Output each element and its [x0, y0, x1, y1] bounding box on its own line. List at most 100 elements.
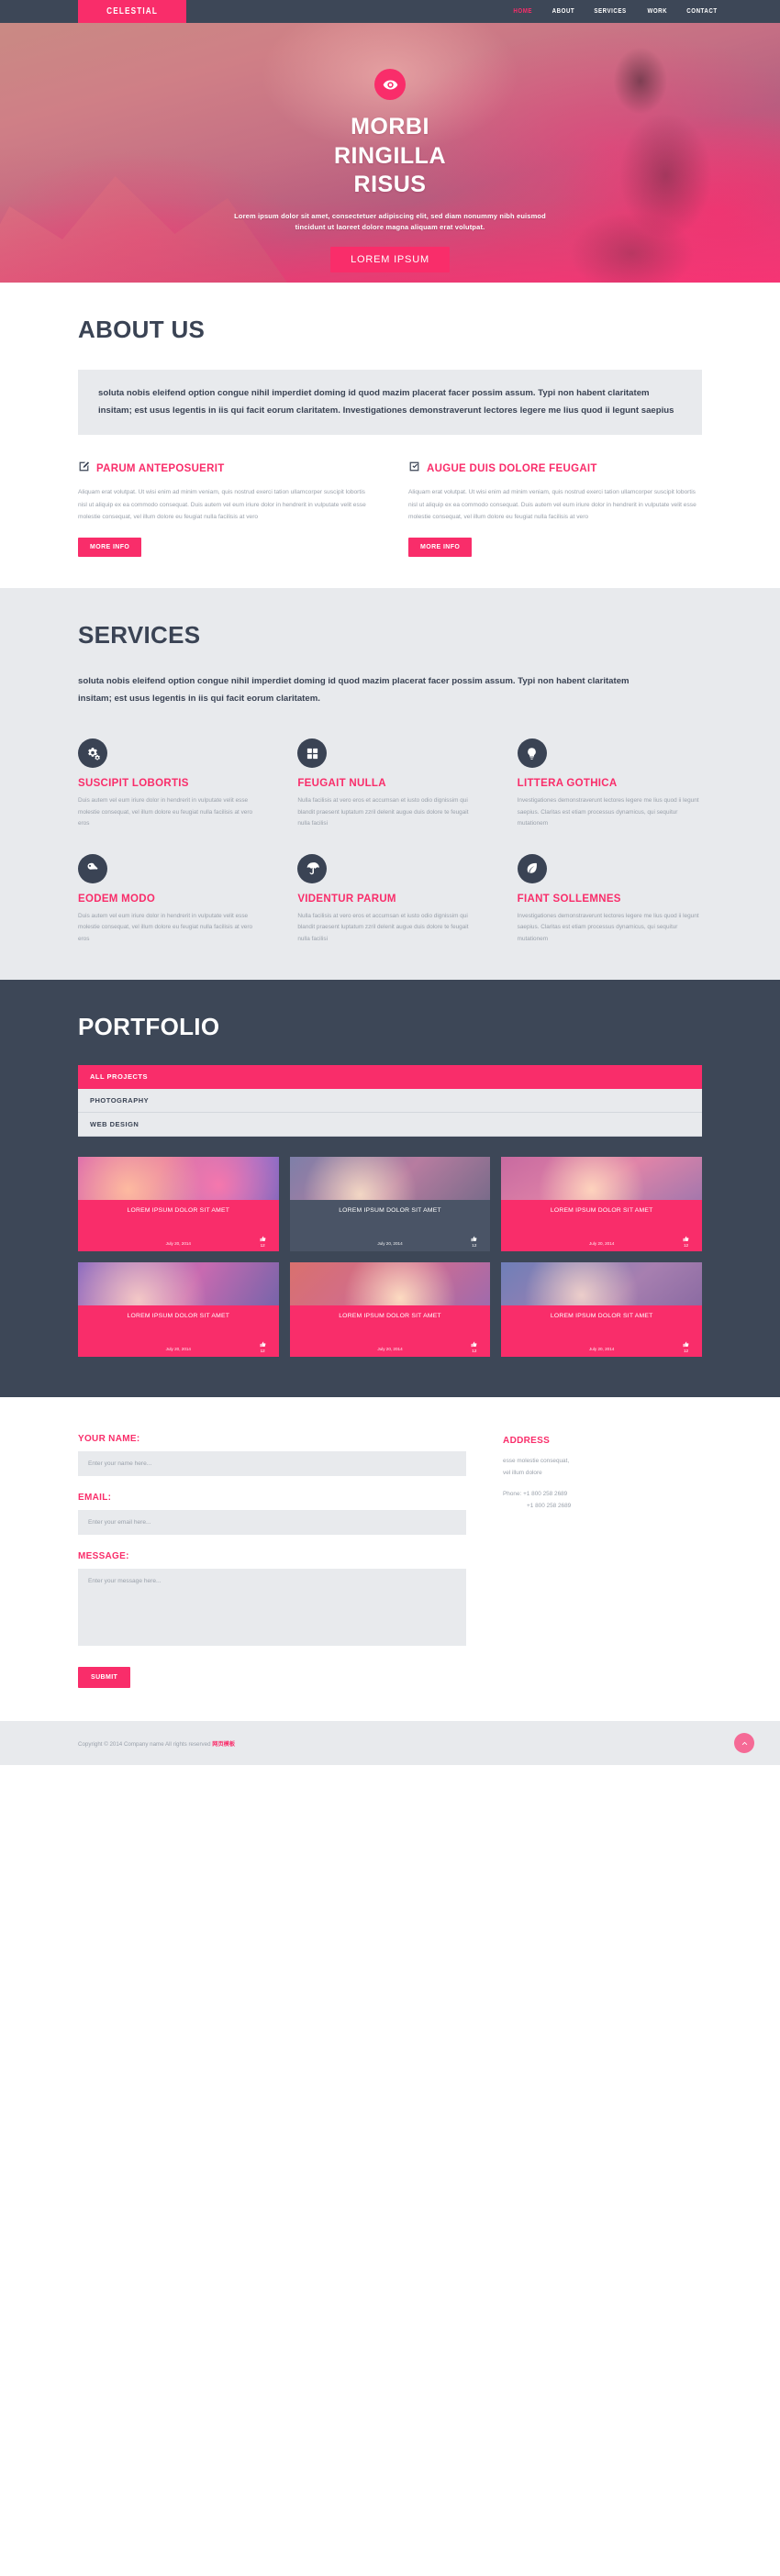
about-column-augue: AUGUE DUIS DOLORE FEUGAIT Aliquam erat v…	[408, 461, 702, 557]
more-info-button-2[interactable]: MORE INFO	[408, 537, 473, 557]
eye-icon	[374, 69, 406, 100]
phone-line-1: Phone: +1 800 258 2689	[503, 1491, 568, 1498]
hero-title: MORBI RINGILLA RISUS	[334, 113, 446, 200]
portfolio-caption: LOREM IPSUM DOLOR SIT AMET July 20, 2014…	[78, 1200, 279, 1252]
thumbs-up-icon	[471, 1341, 477, 1348]
contact-section: YOUR NAME: EMAIL: MESSAGE: SUBMIT ADDRES…	[0, 1397, 780, 1722]
services-section: SERVICES soluta nobis eleifend option co…	[0, 587, 780, 981]
service-body: Nulla facilisis at vero eros et accumsan…	[297, 797, 469, 827]
thumbs-up-icon	[683, 1341, 689, 1348]
message-textarea[interactable]	[78, 1569, 467, 1647]
portfolio-item-title: LOREM IPSUM DOLOR SIT AMET	[127, 1207, 230, 1215]
nav-item-contact[interactable]: CONTACT	[686, 8, 717, 15]
template-credit-link[interactable]: 网页模板	[212, 1741, 235, 1748]
hero-subtitle: Lorem ipsum dolor sit amet, consectetuer…	[234, 211, 546, 232]
about-intro-box: soluta nobis eleifend option congue nihi…	[78, 370, 702, 436]
filter-photography[interactable]: PHOTOGRAPHY	[78, 1089, 702, 1114]
service-item-suscipit-lobortis: SUSCIPIT LOBORTIS Duis autem vel eum iri…	[78, 738, 262, 829]
about-column-title: AUGUE DUIS DOLORE FEUGAIT	[427, 463, 597, 475]
page-root: CELESTIAL HOME ABOUT SERVICES WORK CONTA…	[0, 0, 780, 1766]
portfolio-item-date: July 20, 2014	[589, 1347, 615, 1352]
nav-item-services[interactable]: SERVICES	[595, 8, 627, 15]
service-title: FEUGAIT NULLA	[297, 778, 386, 790]
service-title: VIDENTUR PARUM	[297, 893, 396, 905]
pencil-square-icon	[78, 461, 90, 477]
phone-line-2: +1 800 258 2689	[527, 1502, 572, 1509]
portfolio-grid: LOREM IPSUM DOLOR SIT AMET July 20, 2014…	[78, 1157, 702, 1358]
portfolio-item-title: LOREM IPSUM DOLOR SIT AMET	[339, 1207, 441, 1215]
about-section: ABOUT US soluta nobis eleifend option co…	[0, 283, 780, 588]
nav-item-home[interactable]: HOME	[514, 8, 533, 15]
portfolio-like-group[interactable]: 12	[683, 1236, 689, 1248]
services-grid: SUSCIPIT LOBORTIS Duis autem vel eum iri…	[78, 738, 702, 945]
hero-cta-button[interactable]: LOREM IPSUM	[330, 247, 450, 272]
gears-icon	[78, 738, 107, 769]
service-title: SUSCIPIT LOBORTIS	[78, 778, 189, 790]
contact-form: YOUR NAME: EMAIL: MESSAGE: SUBMIT	[78, 1434, 467, 1689]
nav-item-work[interactable]: WORK	[647, 8, 667, 15]
site-footer: Copyright © 2014 Company name All rights…	[0, 1721, 780, 1766]
about-column-body: Aliquam erat volutpat. Ut wisi enim ad m…	[78, 489, 366, 520]
service-body: Duis autem vel eum iriure dolor in hendr…	[78, 912, 253, 942]
portfolio-filters: ALL PROJECTS PHOTOGRAPHY WEB DESIGN	[78, 1065, 702, 1138]
like-count: 12	[472, 1349, 477, 1354]
name-input[interactable]	[78, 1451, 467, 1477]
filter-web-design[interactable]: WEB DESIGN	[78, 1113, 702, 1138]
portfolio-item-title: LOREM IPSUM DOLOR SIT AMET	[550, 1313, 653, 1320]
thumbs-up-icon	[260, 1236, 266, 1242]
service-body: Investigationes demonstraverunt lectores…	[517, 912, 699, 942]
check-square-icon	[408, 461, 420, 477]
service-item-feugait-nulla: FEUGAIT NULLA Nulla facilisis at vero er…	[297, 738, 482, 829]
umbrella-icon	[297, 853, 328, 883]
hero-title-line-2: RINGILLA	[333, 142, 447, 169]
service-title: LITTERA GOTHICA	[517, 778, 618, 790]
copyright-label: Copyright © 2014 Company name All rights…	[78, 1740, 213, 1748]
service-body: Investigationes demonstraverunt lectores…	[517, 797, 699, 827]
lightbulb-icon	[517, 738, 547, 769]
email-input[interactable]	[78, 1510, 467, 1536]
hero-banner: MORBI RINGILLA RISUS Lorem ipsum dolor s…	[0, 23, 780, 283]
portfolio-item-date: July 20, 2014	[165, 1241, 191, 1247]
like-count: 12	[260, 1349, 265, 1354]
hero-title-line-1: MORBI	[351, 114, 429, 139]
about-column-title: PARUM ANTEPOSUERIT	[96, 463, 225, 475]
address-title: ADDRESS	[503, 1436, 551, 1447]
service-item-eodem-modo: EODEM MODO Duis autem vel eum iriure dol…	[78, 853, 262, 945]
portfolio-item[interactable]: LOREM IPSUM DOLOR SIT AMET July 20, 2014…	[289, 1157, 491, 1252]
portfolio-item[interactable]: LOREM IPSUM DOLOR SIT AMET July 20, 2014…	[501, 1262, 702, 1358]
portfolio-like-group[interactable]: 12	[471, 1236, 477, 1248]
thumbs-up-icon	[683, 1236, 689, 1242]
portfolio-item[interactable]: LOREM IPSUM DOLOR SIT AMET July 20, 2014…	[78, 1157, 279, 1252]
more-info-button-1[interactable]: MORE INFO	[78, 537, 142, 557]
main-navigation: HOME ABOUT SERVICES WORK CONTACT	[512, 0, 719, 23]
portfolio-like-group[interactable]: 12	[683, 1341, 689, 1353]
portfolio-item[interactable]: LOREM IPSUM DOLOR SIT AMET July 20, 2014…	[78, 1262, 279, 1358]
service-body: Duis autem vel eum iriure dolor in hendr…	[78, 797, 253, 827]
portfolio-like-group[interactable]: 12	[260, 1236, 266, 1248]
service-item-littera-gothica: LITTERA GOTHICA Investigationes demonstr…	[517, 738, 702, 829]
about-column-body: Aliquam erat volutpat. Ut wisi enim ad m…	[408, 489, 696, 520]
portfolio-item-title: LOREM IPSUM DOLOR SIT AMET	[339, 1313, 441, 1320]
grid-icon	[297, 738, 328, 769]
portfolio-caption: LOREM IPSUM DOLOR SIT AMET July 20, 2014…	[501, 1200, 702, 1252]
address-line-2: vel illum dolore	[503, 1469, 542, 1476]
portfolio-item[interactable]: LOREM IPSUM DOLOR SIT AMET July 20, 2014…	[501, 1157, 702, 1252]
logo-text: CELESTIAL	[106, 6, 158, 17]
portfolio-item[interactable]: LOREM IPSUM DOLOR SIT AMET July 20, 2014…	[289, 1262, 491, 1358]
portfolio-like-group[interactable]: 12	[260, 1341, 266, 1353]
nav-item-about[interactable]: ABOUT	[552, 8, 574, 15]
like-count: 12	[683, 1243, 689, 1249]
portfolio-caption: LOREM IPSUM DOLOR SIT AMET July 20, 2014…	[501, 1305, 702, 1358]
message-field-label: MESSAGE:	[78, 1551, 129, 1562]
portfolio-like-group[interactable]: 12	[471, 1341, 477, 1353]
about-column-parum: PARUM ANTEPOSUERIT Aliquam erat volutpat…	[78, 461, 372, 557]
service-title: FIANT SOLLEMNES	[517, 893, 621, 905]
service-item-fiant-sollemnes: FIANT SOLLEMNES Investigationes demonstr…	[517, 853, 702, 945]
filter-all-projects[interactable]: ALL PROJECTS	[78, 1065, 702, 1090]
name-field-label: YOUR NAME:	[78, 1434, 140, 1445]
submit-button[interactable]: SUBMIT	[78, 1667, 131, 1689]
service-body: Nulla facilisis at vero eros et accumsan…	[297, 912, 469, 942]
portfolio-item-date: July 20, 2014	[377, 1241, 403, 1247]
logo[interactable]: CELESTIAL	[78, 0, 186, 23]
back-to-top-button[interactable]	[734, 1733, 754, 1754]
